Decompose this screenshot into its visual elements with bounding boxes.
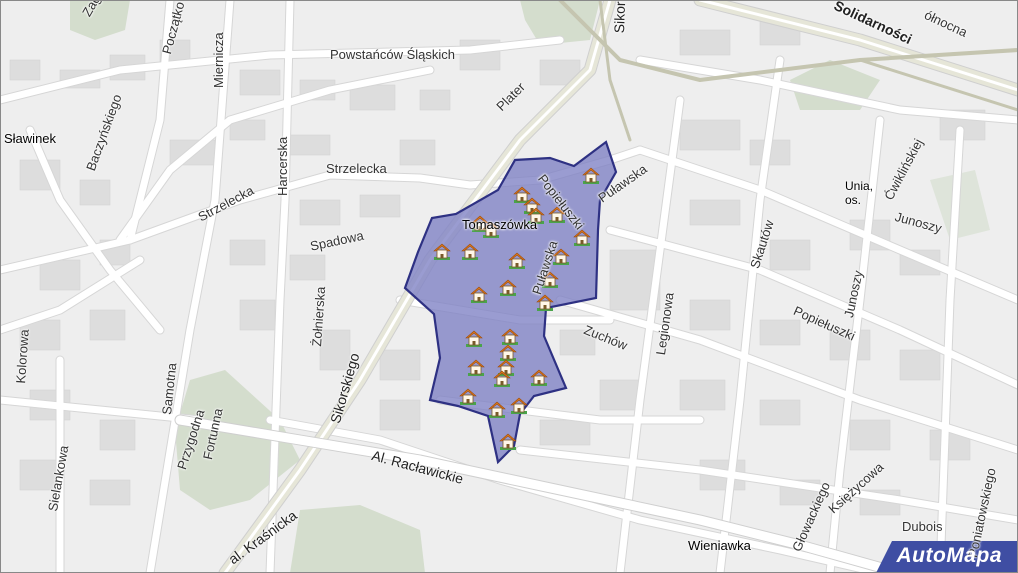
street-label: Kolorowa bbox=[13, 328, 32, 384]
district-label: Tomaszówka bbox=[462, 217, 538, 232]
street-label: Miernicza bbox=[211, 32, 226, 88]
street-label: Sikor bbox=[611, 1, 629, 34]
street-label: Harcerska bbox=[275, 136, 290, 196]
place-label: Wieniawka bbox=[688, 538, 751, 553]
map-view[interactable]: Zagl Początko Miernicza Powstańców Śląsk… bbox=[0, 0, 1018, 573]
street-label: Strzelecka bbox=[326, 161, 387, 176]
street-label: Dubois bbox=[902, 519, 943, 534]
street-label: Powstańców Śląskich bbox=[330, 47, 455, 62]
place-label: os. bbox=[845, 193, 862, 207]
street-label: Żołnierska bbox=[309, 286, 329, 347]
place-label: Sławinek bbox=[4, 131, 57, 146]
automapa-logo: AutoMapa bbox=[896, 544, 1002, 567]
place-label: Unia, bbox=[845, 179, 874, 193]
